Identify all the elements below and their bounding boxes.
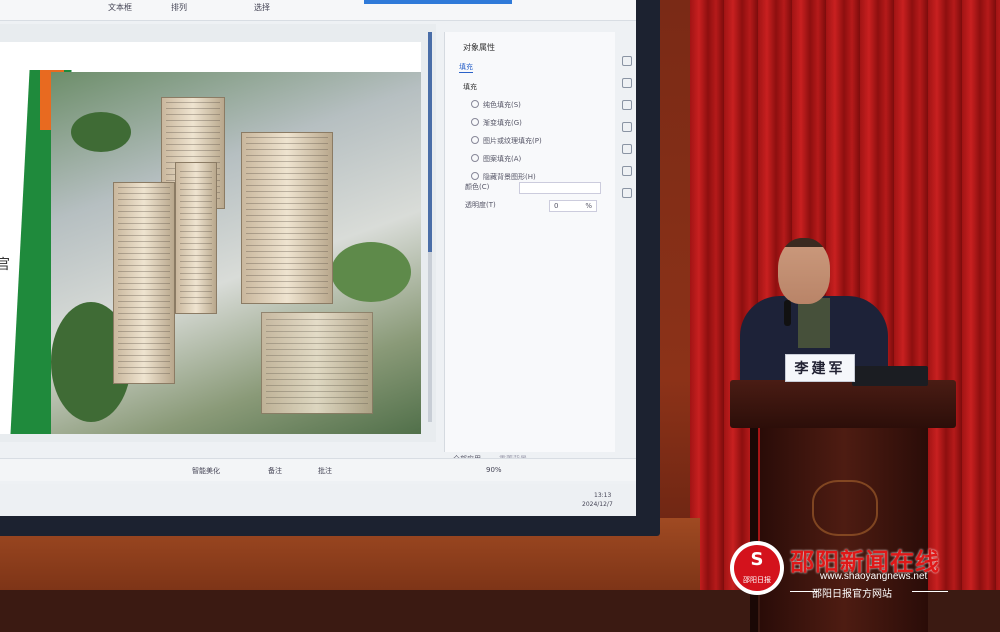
transition-icon[interactable] <box>622 144 632 154</box>
microphone <box>784 300 791 326</box>
notes-button[interactable]: 备注 <box>268 466 282 476</box>
share-icon[interactable] <box>622 166 632 176</box>
active-window-tab <box>364 0 512 4</box>
watermark-divider-right <box>912 591 948 592</box>
ribbon-toolbar: 文本框 排列 选择 <box>0 0 636 21</box>
building-tower <box>175 162 217 314</box>
help-icon[interactable] <box>622 188 632 198</box>
smart-beautify-button[interactable]: 智能美化 <box>192 466 220 476</box>
status-bar: 智能美化 备注 批注 90% <box>0 458 636 481</box>
speaker-shirt <box>798 298 830 348</box>
color-dropdown[interactable] <box>519 182 601 194</box>
layout-icon[interactable] <box>622 100 632 110</box>
zoom-level[interactable]: 90% <box>486 466 502 474</box>
fill-section-header[interactable]: 填充 <box>463 82 477 92</box>
watermark-subtitle: 邵阳日报官方网站 <box>812 589 892 600</box>
fill-option-solid[interactable]: 纯色填充(S) <box>471 100 521 110</box>
sidebar-icons <box>616 56 636 236</box>
slide: 官 <box>0 42 421 434</box>
arrange-button[interactable]: 排列 <box>171 2 187 13</box>
speaker-nameplate: 李建军 <box>785 354 855 382</box>
logo-text: 邵阳日报 <box>743 576 771 584</box>
watermark-url: www.shaoyangnews.net <box>820 571 928 582</box>
building-rendering-image <box>51 72 421 434</box>
shaoyang-daily-logo: S 邵阳日报 <box>730 541 784 595</box>
select-button[interactable]: 选择 <box>254 2 270 13</box>
building-podium <box>261 312 373 414</box>
transparency-label: 透明度(T) <box>465 201 496 209</box>
projection-screen: 文本框 排列 选择 官 对象属性 填充 填充 纯色填充(S) 渐变填充(G) 图… <box>0 0 636 516</box>
speaker-head <box>778 238 830 304</box>
hide-background-checkbox[interactable]: 隐藏背景图形(H) <box>471 172 536 182</box>
podium-emblem <box>812 480 878 536</box>
tab-fill[interactable]: 填充 <box>459 62 473 73</box>
clock-date: 2024/12/7 <box>582 501 613 508</box>
object-properties-panel: 对象属性 填充 填充 纯色填充(S) 渐变填充(G) 图片或纹理填充(P) 图案… <box>444 32 615 463</box>
text-box-button[interactable]: 文本框 <box>108 2 132 13</box>
comments-button[interactable]: 批注 <box>318 466 332 476</box>
color-label: 颜色(C) <box>465 183 490 191</box>
fill-option-pattern[interactable]: 图案填充(A) <box>471 154 521 164</box>
slide-scrollbar[interactable] <box>428 32 432 422</box>
transparency-input[interactable]: 0 % <box>549 200 597 212</box>
clock-time: 13:13 <box>594 492 612 499</box>
properties-icon[interactable] <box>622 56 632 66</box>
slide-canvas: 官 <box>0 24 436 442</box>
laptop <box>852 366 928 386</box>
fill-option-picture[interactable]: 图片或纹理填充(P) <box>471 136 542 146</box>
tree-cluster <box>71 112 131 152</box>
fill-option-gradient[interactable]: 渐变填充(G) <box>471 118 522 128</box>
slide-text-fragment: 官 <box>0 257 10 273</box>
panel-title: 对象属性 <box>463 43 495 52</box>
logo-glyph: S <box>750 549 764 570</box>
podium-top <box>730 380 956 428</box>
animation-icon[interactable] <box>622 122 632 132</box>
projection-screen-frame: 文本框 排列 选择 官 对象属性 填充 填充 纯色填充(S) 渐变填充(G) 图… <box>0 0 660 536</box>
podium-stand <box>750 428 758 632</box>
taskbar: 13:13 2024/12/7 <box>0 484 636 516</box>
building-tower <box>241 132 333 304</box>
logo-emblem: S 邵阳日报 <box>734 545 780 591</box>
shape-icon[interactable] <box>622 78 632 88</box>
tree-cluster <box>331 242 411 302</box>
building-tower <box>113 182 175 384</box>
